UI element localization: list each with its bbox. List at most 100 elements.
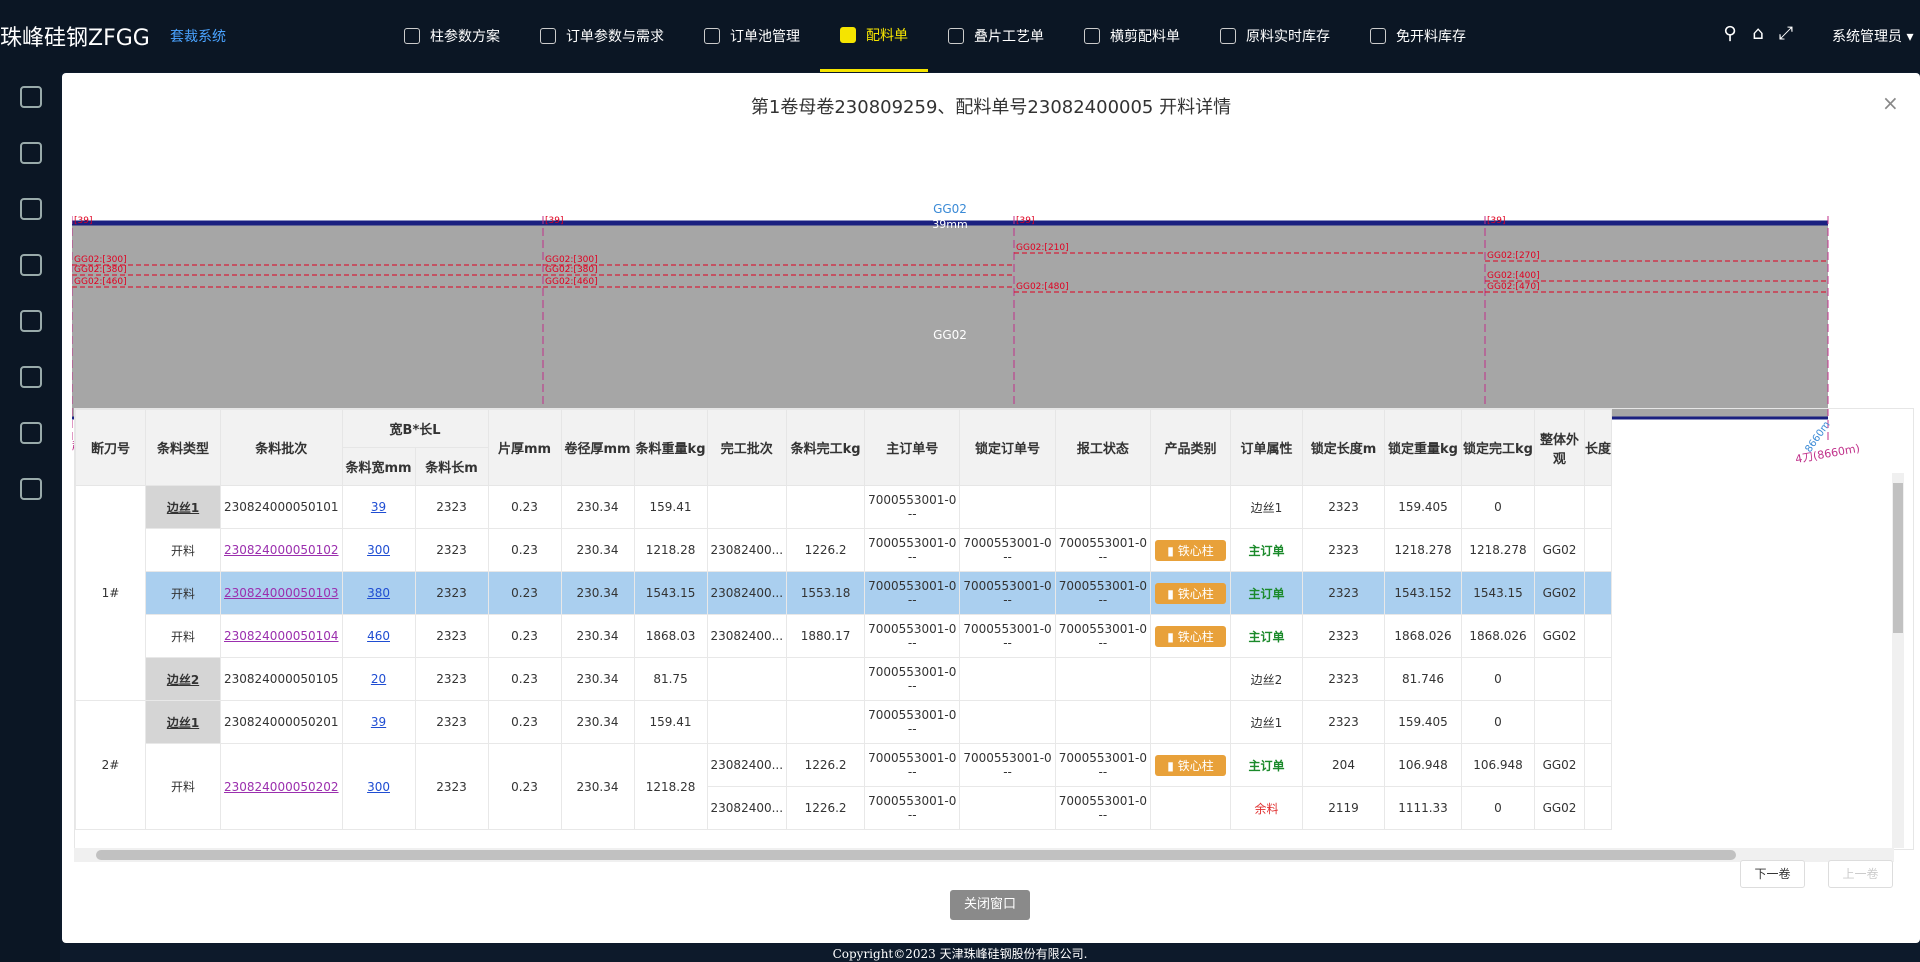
finish-batch-cell: 23082400...: [706, 786, 788, 830]
order-attr-cell: 边丝1: [1230, 485, 1303, 529]
order-cell: 7000553001-0 --: [1054, 743, 1152, 787]
batch-cell[interactable]: 230824000050104: [220, 614, 343, 658]
batch-cell[interactable]: 230824000050103: [220, 571, 343, 615]
batch-cell[interactable]: 230824000050102: [220, 528, 343, 572]
nav-item-6[interactable]: 原料实时库存: [1200, 0, 1350, 72]
order-cell: [1054, 700, 1152, 744]
table-row[interactable]: 1# 边丝1 230824000050101 39 2323 0.23 230.34 159.…: [75, 485, 1613, 701]
product-cell: ▮ 铁心柱: [1150, 743, 1231, 787]
table-row[interactable]: 开料 230824000050104 460 2323 0.23 230.34 1868.0…: [76, 614, 1613, 658]
scroll-thumb[interactable]: [1893, 483, 1903, 633]
scroll-thumb[interactable]: [96, 850, 1736, 860]
length-cell: 2323: [414, 571, 489, 615]
diameter-cell: 230.34: [560, 571, 635, 615]
appearance-cell: [1534, 657, 1585, 701]
product-cell: [1150, 657, 1231, 701]
table-row[interactable]: 边丝2 230824000050105 20 2323 0.23 230.34 81.75 7…: [76, 657, 1613, 701]
fullscreen-icon[interactable]: ⤢: [1776, 24, 1796, 44]
table-row[interactable]: 2# 边丝1 230824000050201 39 2323 0.23 230.34 159.…: [75, 700, 1613, 830]
table-row[interactable]: 开料 230824000050103 380 2323 0.23 230.34 1543.1…: [76, 571, 1613, 615]
nav-item-2[interactable]: 订单池管理: [684, 0, 820, 72]
nav-label: 原料实时库存: [1246, 29, 1330, 45]
home-icon[interactable]: ⌂: [1748, 24, 1768, 44]
nav-item-7[interactable]: 免开料库存: [1350, 0, 1486, 72]
lock-length-cell: 2323: [1302, 657, 1385, 701]
order-attr-cell: 主订单: [1230, 743, 1303, 787]
width-cell[interactable]: 300: [341, 743, 416, 830]
document-icon[interactable]: [20, 254, 42, 276]
width-cell[interactable]: 39: [341, 700, 416, 744]
top-label: GG02: [933, 202, 967, 216]
width-cell[interactable]: 460: [341, 614, 416, 658]
finish-batch-cell: 23082400...: [706, 571, 788, 615]
batch-cell: 230824000050101: [220, 485, 343, 529]
appearance-cell: GG02: [1534, 528, 1585, 572]
nav-item-0[interactable]: 柱参数方案: [384, 0, 520, 72]
clock-icon[interactable]: [20, 310, 42, 332]
col-header: 宽B*长L: [341, 409, 489, 448]
monitor-icon[interactable]: [20, 86, 42, 108]
col-header: 产品类别: [1150, 409, 1231, 486]
next-roll-button[interactable]: 下一卷: [1740, 860, 1805, 888]
width-cell[interactable]: 300: [341, 528, 416, 572]
dashboard-icon[interactable]: [20, 422, 42, 444]
diameter-cell: 230.34: [560, 657, 635, 701]
vertical-scrollbar[interactable]: [1892, 473, 1904, 848]
length-cell: 2323: [414, 528, 489, 572]
diameter-cell: 230.34: [560, 528, 635, 572]
batch-cell[interactable]: 230824000050202: [220, 743, 343, 830]
close-window-button[interactable]: 关闭窗口: [950, 890, 1030, 920]
length-extra-cell: [1583, 786, 1613, 830]
order-attr-cell: 主订单: [1230, 571, 1303, 615]
close-icon[interactable]: ×: [1882, 91, 1899, 115]
table-row[interactable]: 开料 230824000050202 300 2323 0.23 230.34 1218.2…: [76, 743, 1613, 830]
lock-length-cell: 2119: [1302, 786, 1385, 830]
main-nav: 柱参数方案 订单参数与需求 订单池管理 配料单 叠片工艺单 横剪配料单 原料实时库存 免开料库…: [384, 0, 1486, 72]
nav-item-1[interactable]: 订单参数与需求: [520, 0, 684, 72]
prev-roll-button[interactable]: 上一卷: [1828, 860, 1893, 888]
horizontal-scrollbar[interactable]: [74, 848, 1894, 862]
nav-item-5[interactable]: 横剪配料单: [1064, 0, 1200, 72]
width-cell[interactable]: 39: [341, 485, 416, 529]
product-badge: ▮ 铁心柱: [1155, 625, 1226, 647]
copy-icon[interactable]: [20, 478, 42, 500]
lock-length-cell: 2323: [1302, 700, 1385, 744]
lock-weight-cell: 81.746: [1384, 657, 1462, 701]
order-cell: 7000553001-0 --: [959, 614, 1056, 658]
table-row[interactable]: 开料 230824000050102 300 2323 0.23 230.34 1218.2…: [76, 528, 1613, 572]
nav-item-3[interactable]: 配料单: [820, 0, 928, 72]
appearance-cell: [1534, 485, 1585, 529]
finish-kg-cell: [786, 485, 866, 529]
subsystem-link[interactable]: 套裁系统: [170, 26, 226, 46]
bank-icon[interactable]: [20, 366, 42, 388]
length-extra-cell: [1583, 700, 1613, 744]
product-cell: [1150, 786, 1231, 830]
product-cell: [1150, 485, 1231, 529]
width-cell[interactable]: 20: [341, 657, 416, 701]
strip-type-cell: 开料: [145, 614, 221, 658]
search-icon[interactable]: ⚲: [1720, 24, 1740, 44]
lock-length-cell: 2323: [1302, 614, 1385, 658]
modal-title: 第1卷母卷230809259、配料单号23082400005 开料详情: [750, 97, 1232, 118]
gear-icon[interactable]: [20, 198, 42, 220]
lock-weight-cell: 1111.33: [1384, 786, 1462, 830]
cut-marker: [39]: [1016, 216, 1034, 226]
order-cell: [959, 786, 1056, 830]
width-cell[interactable]: 380: [341, 571, 416, 615]
lock-weight-cell: 159.405: [1384, 700, 1462, 744]
strip-label: GG02:[400]: [1487, 271, 1540, 281]
weight-cell: 1218.28: [633, 528, 708, 572]
lock-weight-cell: 1868.026: [1384, 614, 1462, 658]
location-icon[interactable]: [20, 142, 42, 164]
col-header: 片厚mm: [487, 409, 562, 486]
lock-weight-cell: 106.948: [1384, 743, 1462, 787]
lock-finish-cell: 1218.278: [1461, 528, 1535, 572]
finish-batch-cell: [706, 657, 788, 701]
nav-label: 叠片工艺单: [974, 29, 1044, 45]
knife-cell: 1#: [75, 485, 146, 701]
nav-item-4[interactable]: 叠片工艺单: [928, 0, 1064, 72]
product-badge: ▮ 铁心柱: [1155, 539, 1226, 561]
strip-label: GG02:[300]: [545, 255, 598, 265]
length-extra-cell: [1583, 528, 1613, 572]
user-menu[interactable]: 系统管理员 ▾: [1832, 26, 1913, 46]
